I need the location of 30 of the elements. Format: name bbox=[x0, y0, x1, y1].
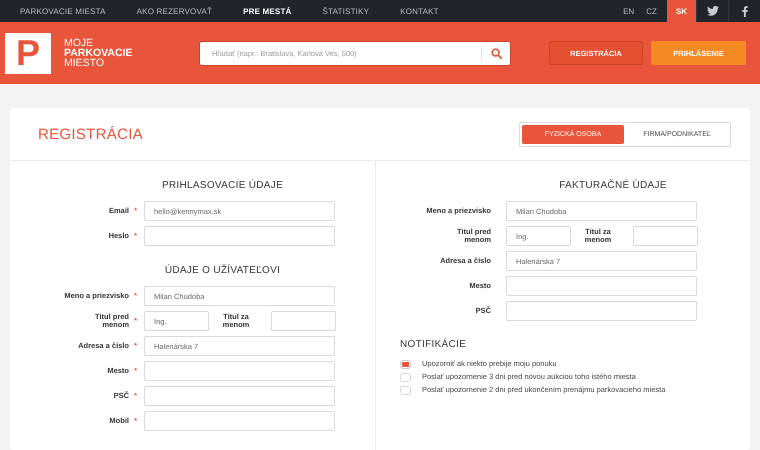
search-icon bbox=[490, 48, 502, 58]
nav-link[interactable]: AKO REZERVOVAŤ bbox=[136, 6, 212, 16]
checkbox[interactable] bbox=[400, 373, 411, 382]
input-field[interactable] bbox=[144, 386, 335, 406]
input-field[interactable] bbox=[144, 411, 335, 431]
nav-link[interactable]: PARKOVACIE MIESTA bbox=[20, 6, 106, 16]
language-link[interactable]: CZ bbox=[640, 0, 663, 22]
language-link[interactable]: SK bbox=[666, 0, 696, 22]
logo-text: MIESTO bbox=[64, 58, 106, 68]
nav-link[interactable]: PRE MESTÁ bbox=[243, 6, 292, 16]
search-button[interactable] bbox=[481, 40, 511, 66]
section-title: ÚDAJE O UŽÍVATEĽOVI bbox=[164, 265, 282, 276]
page-title: REGISTRÁCIA bbox=[38, 126, 143, 142]
checkbox[interactable] bbox=[400, 360, 411, 369]
input-field[interactable] bbox=[144, 361, 335, 381]
input-field[interactable] bbox=[144, 226, 335, 246]
checkbox[interactable] bbox=[400, 386, 411, 395]
section-title: FAKTURAČNÉ ÚDAJE bbox=[558, 180, 668, 191]
logo-text: PARKOVACIE bbox=[64, 48, 132, 58]
input-field[interactable] bbox=[633, 226, 698, 246]
input-field[interactable] bbox=[506, 276, 697, 296]
nav-link[interactable]: KONTAKT bbox=[400, 6, 439, 16]
logo-mark: P bbox=[5, 32, 51, 74]
language-link[interactable]: EN bbox=[617, 0, 640, 22]
nav-link[interactable]: ŠTATISTIKY bbox=[322, 6, 370, 16]
input-field[interactable] bbox=[271, 311, 336, 331]
input-field[interactable] bbox=[506, 301, 697, 321]
section-title: PRIHLASOVACIE ÚDAJE bbox=[160, 180, 284, 191]
logo-text: MOJE bbox=[64, 38, 94, 48]
section-title: NOTIFIKÁCIE bbox=[400, 339, 468, 350]
